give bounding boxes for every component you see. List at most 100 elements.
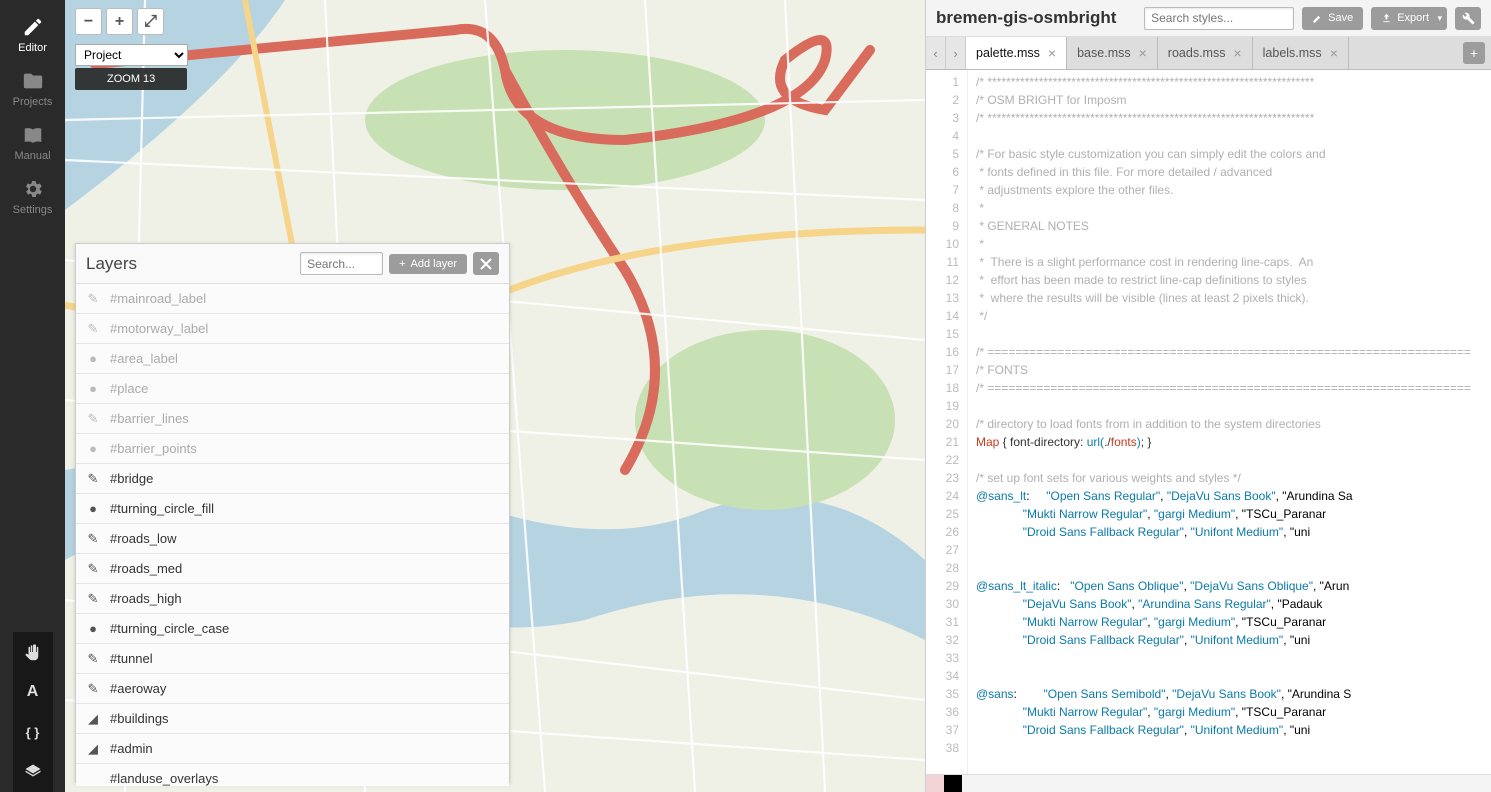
sidebar-label: Manual bbox=[14, 150, 50, 162]
layer-icon: ✎ bbox=[84, 531, 102, 547]
layer-row[interactable]: #landuse_overlays bbox=[76, 764, 509, 786]
layer-name: #mainroad_label bbox=[110, 291, 206, 306]
close-icon[interactable]: × bbox=[1330, 45, 1338, 61]
layer-name: #area_label bbox=[110, 351, 178, 366]
layer-row[interactable]: ✎#aeroway bbox=[76, 674, 509, 704]
layer-icon: ◢ bbox=[84, 711, 102, 727]
layer-icon: ✎ bbox=[84, 471, 102, 487]
sidebar-item-projects[interactable]: Projects bbox=[0, 62, 65, 116]
layer-name: #tunnel bbox=[110, 651, 153, 666]
tool-font[interactable]: A bbox=[13, 672, 53, 712]
sidebar-item-settings[interactable]: Settings bbox=[0, 170, 65, 224]
tool-hand[interactable] bbox=[13, 632, 53, 672]
layer-row[interactable]: ✎#barrier_lines bbox=[76, 404, 509, 434]
save-label: Save bbox=[1328, 12, 1353, 24]
close-layers-button[interactable] bbox=[473, 252, 499, 275]
layer-row[interactable]: ◢#admin bbox=[76, 734, 509, 764]
layer-icon: ● bbox=[84, 441, 102, 456]
zoom-out-button[interactable]: − bbox=[75, 8, 102, 35]
layer-row[interactable]: ✎ #bridge bbox=[76, 464, 509, 494]
layer-row[interactable]: ✎#roads_high bbox=[76, 584, 509, 614]
tool-layers[interactable] bbox=[13, 752, 53, 792]
layer-name: #roads_low bbox=[110, 531, 177, 546]
code-body[interactable]: /* *************************************… bbox=[968, 70, 1491, 774]
layer-row[interactable]: ● #turning_circle_case bbox=[76, 614, 509, 644]
color-swatch[interactable] bbox=[926, 775, 944, 792]
layer-icon: ● bbox=[84, 351, 102, 366]
close-icon[interactable]: × bbox=[1139, 45, 1147, 61]
app-sidebar: Editor Projects Manual Settings A { } bbox=[0, 0, 65, 792]
close-icon[interactable]: × bbox=[1233, 45, 1241, 61]
sidebar-label: Settings bbox=[13, 204, 53, 216]
layer-row[interactable]: ● #barrier_points bbox=[76, 434, 509, 464]
add-layer-button[interactable]: + Add layer bbox=[389, 254, 467, 274]
layer-row[interactable]: ● #place bbox=[76, 374, 509, 404]
close-icon bbox=[480, 258, 492, 270]
hand-icon bbox=[24, 643, 42, 661]
layer-row[interactable]: ✎#motorway_label bbox=[76, 314, 509, 344]
line-gutter: 1234567891011121314151617181920212223242… bbox=[926, 70, 968, 774]
zoom-in-button[interactable]: + bbox=[106, 8, 133, 35]
layer-name: #admin bbox=[110, 741, 153, 756]
layer-icon: ● bbox=[84, 621, 102, 636]
export-button[interactable]: Export bbox=[1371, 7, 1447, 30]
tab-label: base.mss bbox=[1077, 46, 1131, 60]
layer-icon: ✎ bbox=[84, 291, 102, 307]
add-tab-button[interactable]: + bbox=[1463, 42, 1485, 64]
save-button[interactable]: Save bbox=[1302, 7, 1363, 30]
pencil-icon bbox=[22, 16, 44, 38]
tab-palette-mss[interactable]: palette.mss × bbox=[966, 37, 1067, 69]
layers-icon bbox=[24, 763, 42, 781]
close-icon[interactable]: × bbox=[1048, 45, 1056, 61]
tab-scroll-left[interactable]: ‹ bbox=[926, 37, 946, 69]
code-editor[interactable]: 1234567891011121314151617181920212223242… bbox=[926, 70, 1491, 774]
layer-icon: ✎ bbox=[84, 561, 102, 577]
book-icon bbox=[22, 124, 44, 146]
tab-scroll-right[interactable]: › bbox=[946, 37, 966, 69]
layer-name: #turning_circle_case bbox=[110, 621, 229, 636]
settings-wrench-button[interactable] bbox=[1455, 7, 1481, 30]
project-name: bremen-gis-osmbright bbox=[936, 8, 1136, 28]
layer-icon: ✎ bbox=[84, 411, 102, 427]
plus-icon: + bbox=[399, 258, 405, 270]
layer-name: #turning_circle_fill bbox=[110, 501, 214, 516]
fullscreen-button[interactable]: ⤢ bbox=[137, 8, 164, 35]
color-swatch[interactable] bbox=[944, 775, 962, 792]
layer-name: #barrier_points bbox=[110, 441, 197, 456]
editor-pane: bremen-gis-osmbright Save Export ‹ › pal… bbox=[925, 0, 1491, 792]
layer-name: #bridge bbox=[110, 471, 153, 486]
tab-label: palette.mss bbox=[976, 46, 1040, 60]
sidebar-item-manual[interactable]: Manual bbox=[0, 116, 65, 170]
layers-search-input[interactable] bbox=[300, 252, 383, 275]
topbar: bremen-gis-osmbright Save Export bbox=[926, 0, 1491, 37]
gear-icon bbox=[22, 178, 44, 200]
layer-row[interactable]: ✎ #roads_low bbox=[76, 524, 509, 554]
layer-row[interactable]: ✎#tunnel bbox=[76, 644, 509, 674]
layer-icon: ● bbox=[84, 381, 102, 396]
wrench-icon bbox=[1462, 12, 1475, 25]
tab-labels-mss[interactable]: labels.mss× bbox=[1253, 37, 1349, 69]
tab-bar: ‹ › palette.mss×base.mss×roads.mss×label… bbox=[926, 37, 1491, 70]
layer-name: #roads_high bbox=[110, 591, 182, 606]
layers-list[interactable]: ✎ #mainroad_label ✎#motorway_label ● #area_l… bbox=[76, 284, 509, 786]
tool-braces[interactable]: { } bbox=[13, 712, 53, 752]
layer-row[interactable]: ◢#buildings bbox=[76, 704, 509, 734]
sidebar-item-editor[interactable]: Editor bbox=[0, 8, 65, 62]
layer-row[interactable]: ●#turning_circle_fill bbox=[76, 494, 509, 524]
layer-name: #place bbox=[110, 381, 148, 396]
layer-name: #aeroway bbox=[110, 681, 166, 696]
swatch-bar bbox=[926, 774, 1491, 792]
zoom-badge: ZOOM 13 bbox=[75, 68, 187, 90]
tab-label: roads.mss bbox=[1168, 46, 1226, 60]
map-canvas[interactable]: − + ⤢ Project ZOOM 13 Layers + Add layer… bbox=[65, 0, 925, 792]
layer-icon: ✎ bbox=[84, 321, 102, 337]
layer-row[interactable]: ✎#roads_med bbox=[76, 554, 509, 584]
tab-roads-mss[interactable]: roads.mss × bbox=[1158, 37, 1253, 69]
project-select[interactable]: Project bbox=[75, 44, 188, 66]
layers-panel: Layers + Add layer ✎#mainroad_label✎#mot… bbox=[75, 243, 510, 783]
styles-search-input[interactable] bbox=[1144, 7, 1294, 30]
export-icon bbox=[1381, 13, 1392, 24]
tab-base-mss[interactable]: base.mss × bbox=[1067, 37, 1158, 69]
layer-row[interactable]: ✎ #mainroad_label bbox=[76, 284, 509, 314]
layer-row[interactable]: ● #area_label bbox=[76, 344, 509, 374]
